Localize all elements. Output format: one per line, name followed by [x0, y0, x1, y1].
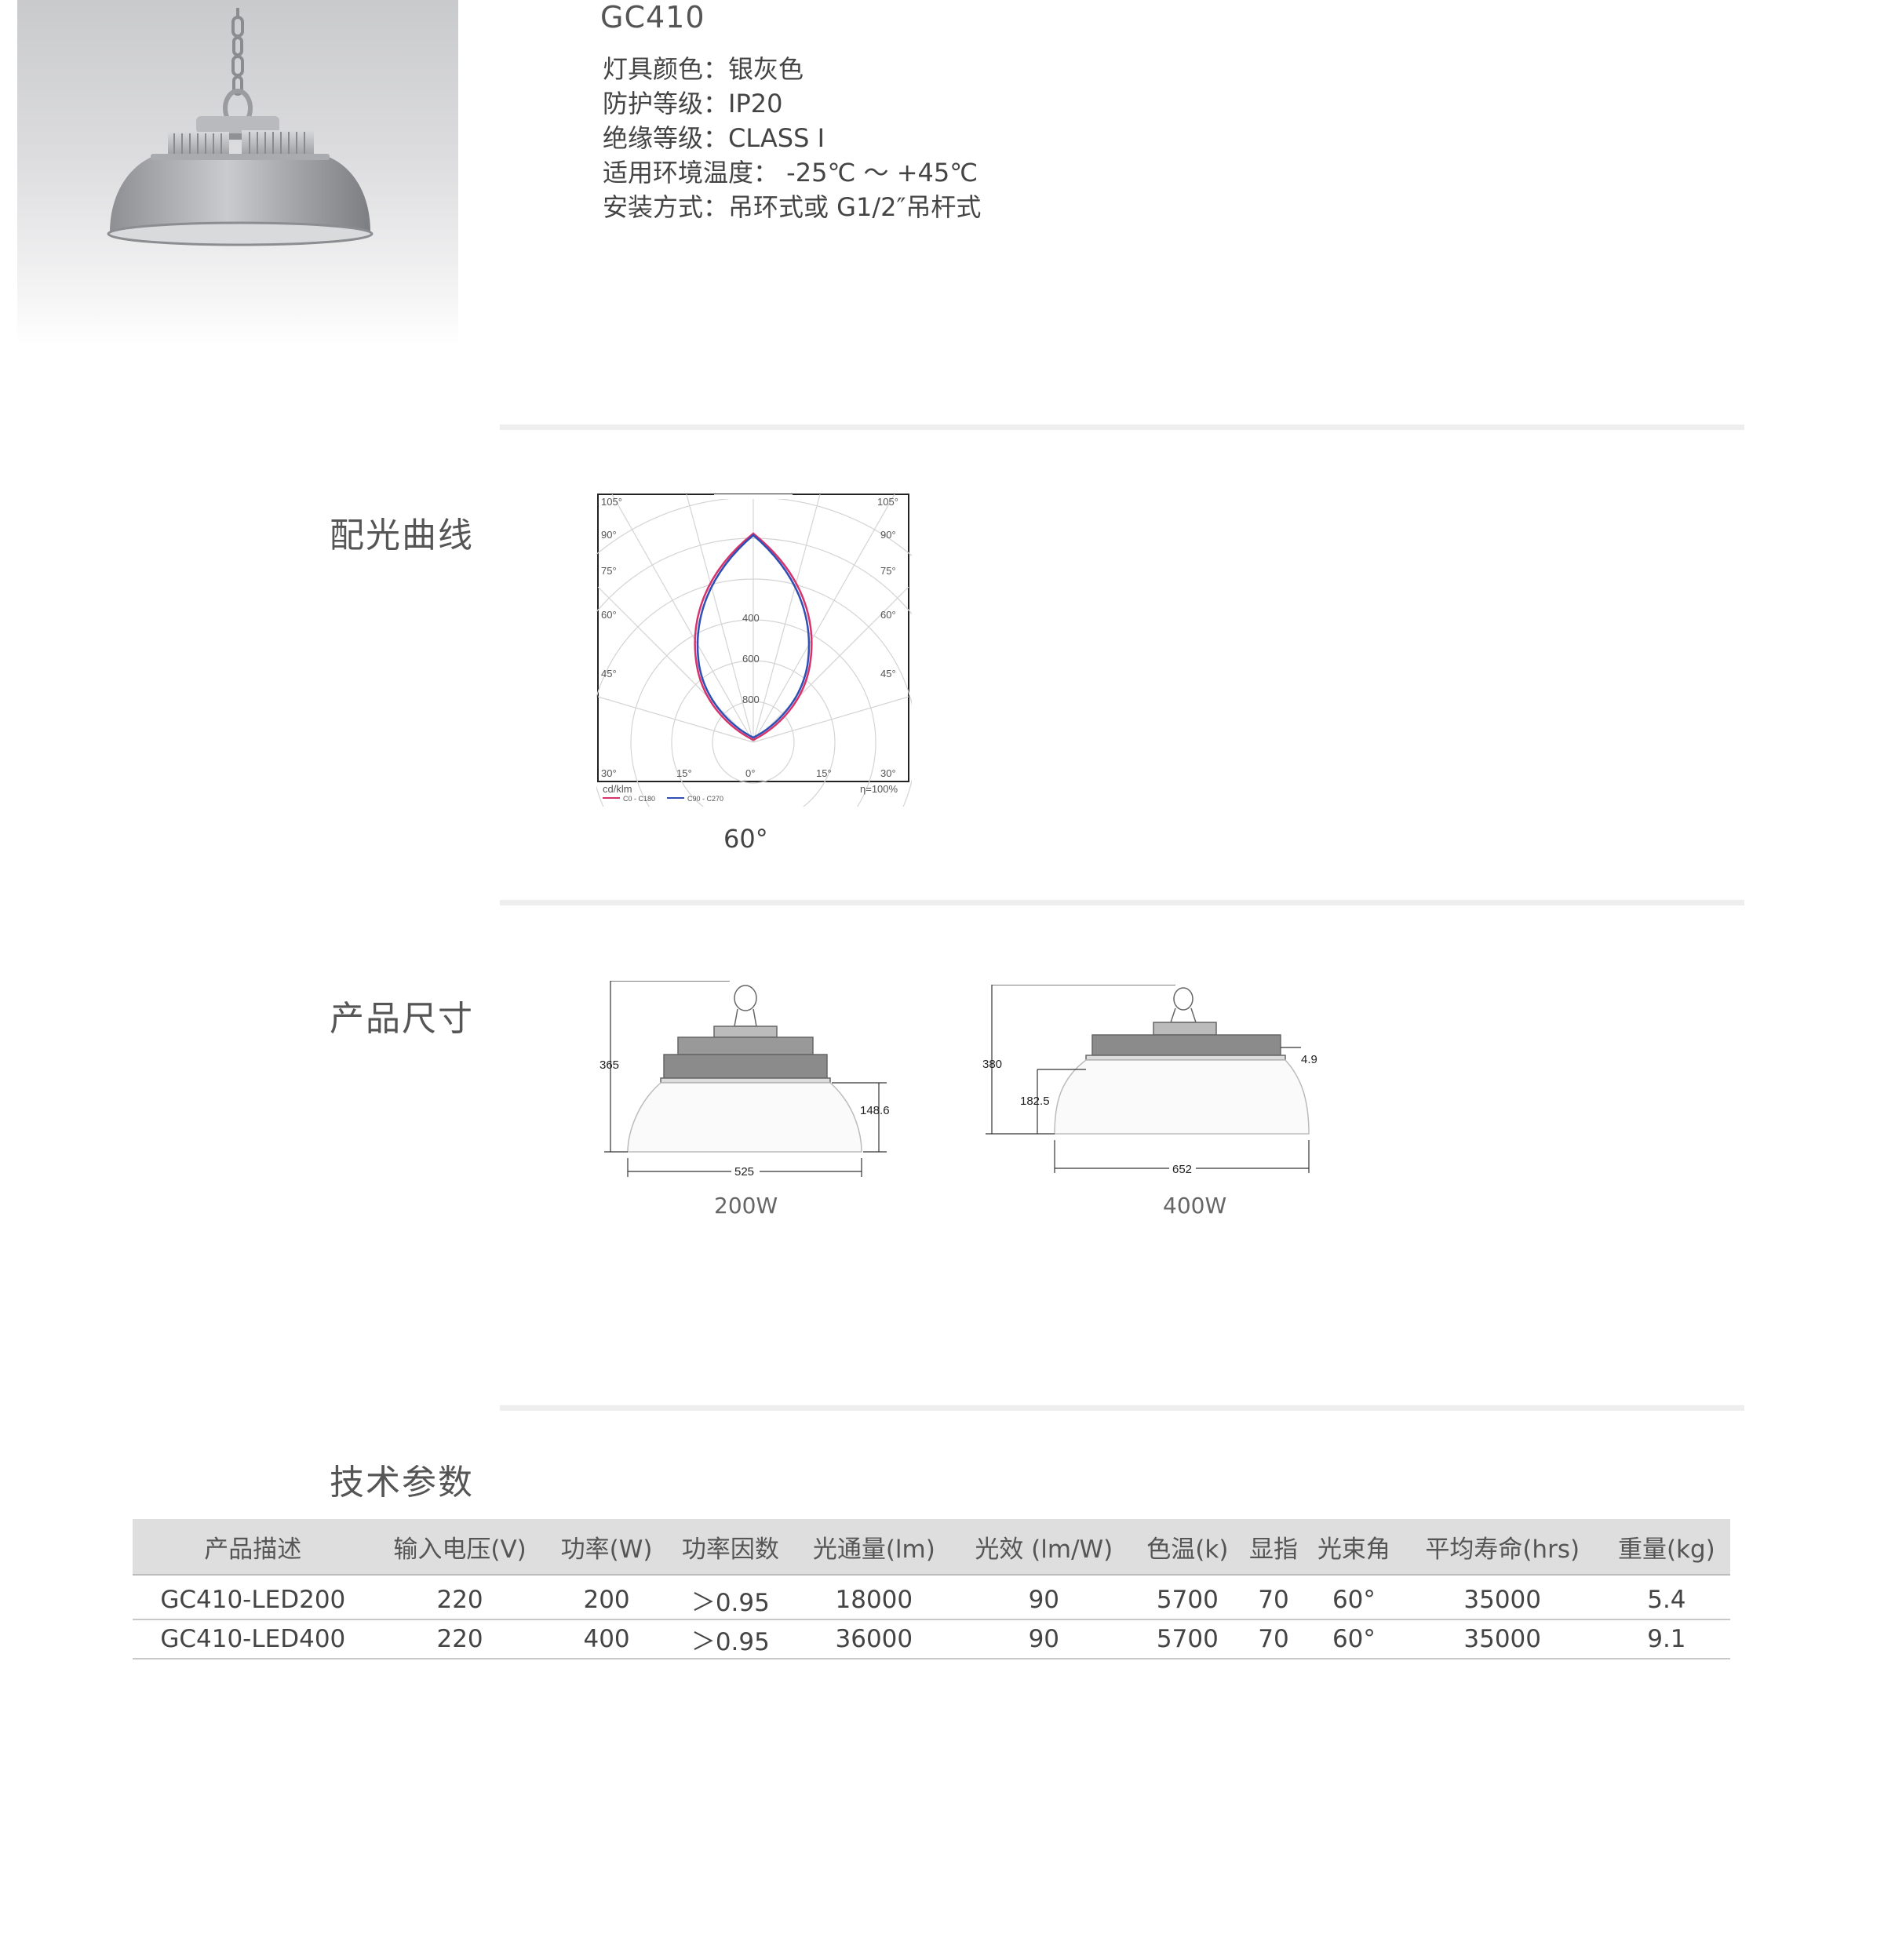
radial-label: 800 [742, 694, 760, 705]
dimension-drawing-400w: 380 182.5 4.9 652 [982, 985, 1317, 1176]
angle-label: 75° [601, 565, 617, 577]
divider [500, 900, 1744, 905]
angle-label: 45° [880, 668, 896, 679]
dim-top-height-400w: 4.9 [1301, 1053, 1317, 1066]
product-photo [17, 0, 458, 345]
dim-width-200w: 525 [734, 1165, 754, 1179]
angle-label: 105° [877, 496, 898, 508]
angle-label: 45° [601, 668, 617, 679]
table-cell: 9.1 [1602, 1619, 1730, 1659]
table-cell: 35000 [1401, 1619, 1603, 1659]
pendant-lamp-image [107, 8, 374, 246]
table-cell: ＞0.95 [666, 1619, 795, 1659]
header-lifetime: 平均寿命(hrs) [1401, 1519, 1603, 1576]
angle-label: 15° [676, 767, 692, 779]
spec-color: 灯具颜色：银灰色 [603, 54, 804, 84]
table-cell: 90 [953, 1619, 1134, 1659]
table-cell: 70 [1241, 1619, 1306, 1659]
angle-label: 60° [880, 609, 896, 621]
table-cell: GC410-LED200 [133, 1575, 374, 1620]
legend-c0-c180: C0 - C180 [623, 795, 655, 803]
efficiency-label: η=100% [860, 783, 898, 795]
divider [500, 424, 1744, 430]
table-cell: GC410-LED400 [133, 1619, 374, 1659]
dim-height-400w: 380 [982, 1058, 1002, 1071]
table-header-row: 产品描述 输入电压(V) 功率(W) 功率因数 光通量(lm) 光效 (lm/W… [133, 1519, 1730, 1576]
drawing-caption-200w: 200W [714, 1193, 778, 1219]
header-color-temp: 色温(k) [1133, 1519, 1241, 1576]
table-cell: 18000 [794, 1575, 954, 1620]
angle-label: 90° [601, 529, 617, 541]
table-row: GC410-LED400 220 400 ＞0.95 36000 90 5700… [133, 1619, 1730, 1659]
spec-insulation: 绝缘等级：CLASS Ⅰ [603, 123, 825, 153]
angle-label: 60° [601, 609, 617, 621]
table-cell: 70 [1241, 1575, 1306, 1620]
header-power: 功率(W) [546, 1519, 667, 1576]
radial-label: 600 [742, 653, 760, 665]
angle-label: 90° [880, 529, 896, 541]
table-cell: 60° [1306, 1575, 1402, 1620]
divider [500, 1405, 1744, 1411]
legend-c90-c270: C90 - C270 [687, 795, 723, 803]
header-luminous-flux: 光通量(lm) [794, 1519, 954, 1576]
table-cell: ＞0.95 [666, 1575, 795, 1620]
table-cell: 35000 [1401, 1575, 1603, 1620]
section-title-dimensions: 产品尺寸 [330, 999, 474, 1039]
table-cell: 90 [953, 1575, 1134, 1620]
header-description: 产品描述 [133, 1519, 374, 1576]
unit-label: cd/klm [603, 783, 632, 795]
radial-label: 400 [742, 612, 760, 624]
angle-label: 30° [880, 767, 896, 779]
angle-label: 15° [816, 767, 832, 779]
drawing-caption-400w: 400W [1163, 1193, 1227, 1219]
spec-temperature: 适用环境温度： -25℃ ～ +45℃ [603, 158, 978, 188]
header-weight: 重量(kg) [1602, 1519, 1730, 1576]
dim-width-400w: 652 [1172, 1163, 1192, 1176]
dim-shade-height-400w: 182.5 [1020, 1095, 1050, 1108]
table-cell: 5700 [1133, 1575, 1241, 1620]
spec-protection: 防护等级：IP20 [603, 89, 783, 118]
angle-label: 105° [601, 496, 622, 508]
dimension-drawing-200w: 365 148.6 525 [599, 981, 890, 1179]
angle-label: 30° [601, 767, 617, 779]
spec-installation: 安装方式：吊环式或 G1/2″吊杆式 [603, 192, 982, 222]
table-cell: 200 [546, 1575, 667, 1620]
section-title-tech-params: 技术参数 [330, 1463, 474, 1503]
spec-list: 灯具颜色：银灰色 防护等级：IP20 绝缘等级：CLASS Ⅰ 适用环境温度： … [603, 52, 981, 224]
table-cell: 5.4 [1602, 1575, 1730, 1620]
header-beam-angle: 光束角 [1306, 1519, 1402, 1576]
tech-params-table: 产品描述 输入电压(V) 功率(W) 功率因数 光通量(lm) 光效 (lm/W… [133, 1519, 1730, 1659]
beam-angle-caption: 60° [723, 824, 768, 854]
header-cri: 显指 [1241, 1519, 1306, 1576]
table-cell: 400 [546, 1619, 667, 1659]
table-cell: 60° [1306, 1619, 1402, 1659]
header-efficacy: 光效 (lm/W) [953, 1519, 1134, 1576]
header-power-factor: 功率因数 [666, 1519, 795, 1576]
dim-shade-height-200w: 148.6 [860, 1104, 890, 1117]
table-cell: 220 [373, 1575, 547, 1620]
dim-height-200w: 365 [599, 1058, 619, 1072]
table-cell: 36000 [794, 1619, 954, 1659]
table-cell: 220 [373, 1619, 547, 1659]
header-voltage: 输入电压(V) [373, 1519, 547, 1576]
model-name: GC410 [600, 0, 705, 35]
light-distribution-chart: 105° 90° 75° 60° 45° 30° 105° 90° 75° 60… [596, 494, 912, 807]
table-cell: 5700 [1133, 1619, 1241, 1659]
angle-label: 0° [745, 767, 755, 779]
table-row: GC410-LED200 220 200 ＞0.95 18000 90 5700… [133, 1575, 1730, 1620]
section-title-light-curve: 配光曲线 [330, 516, 474, 556]
angle-label: 75° [880, 565, 896, 577]
